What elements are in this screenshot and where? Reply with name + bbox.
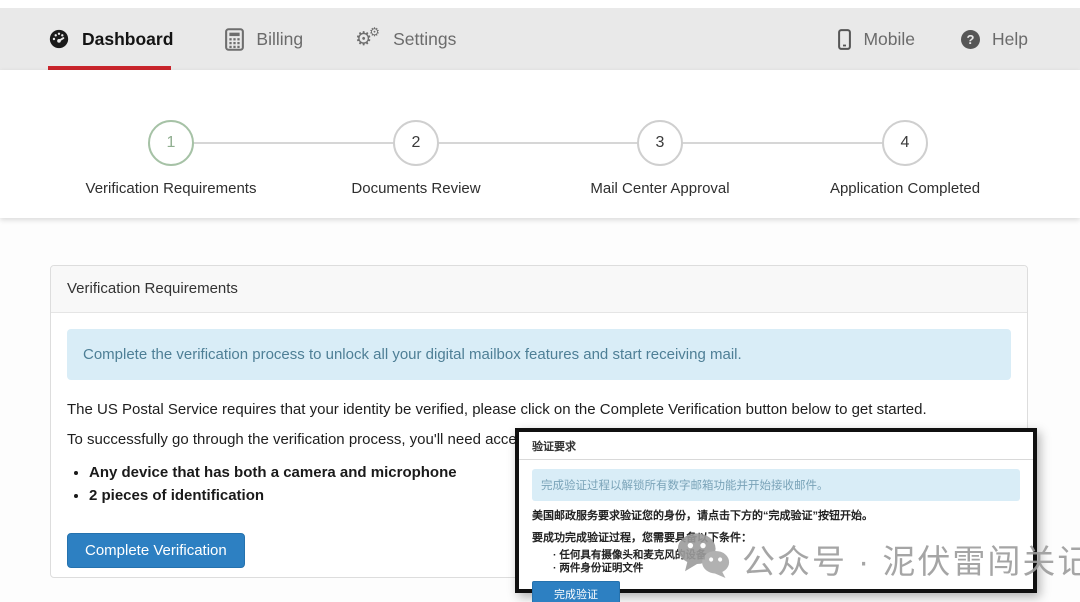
popup-access-text: 要成功完成验证过程，您需要具备以下条件： (532, 532, 752, 544)
nav-item-label: Help (992, 28, 1028, 49)
step-label: Verification Requirements (85, 180, 257, 197)
top-navbar: Dashboard Billing ⚙ ⚙ Settings Mobile ? … (0, 0, 1080, 70)
translation-popup: 验证要求 完成验证过程以解锁所有数字邮箱功能并开始接收邮件。 美国邮政服务要求验… (515, 428, 1037, 602)
step-verification-requirements: 1 Verification Requirements (51, 70, 291, 197)
step-number: 1 (166, 134, 176, 151)
card-title: Verification Requirements (51, 266, 1027, 313)
help-question-icon: ? (961, 29, 980, 49)
nav-tab-label: Dashboard (82, 28, 174, 49)
gears-icon: ⚙ ⚙ (355, 25, 380, 50)
popup-requirement-item-device: 任何具有摄像头和麦克风的设备 (553, 549, 1020, 562)
step-number: 3 (655, 134, 665, 151)
popup-intro-text: 美国邮政服务要求验证您的身份，请点击下方的“完成验证”按钮开始。 (532, 510, 873, 522)
popup-title: 验证要求 (519, 432, 1033, 460)
popup-complete-verification-button[interactable]: 完成验证 (532, 581, 620, 602)
step-label: Application Completed (829, 180, 981, 197)
step-number: 4 (900, 134, 910, 151)
popup-info-banner: 完成验证过程以解锁所有数字邮箱功能并开始接收邮件。 (532, 469, 1020, 501)
nav-tab-billing[interactable]: Billing (225, 8, 303, 70)
step-label: Documents Review (351, 180, 481, 197)
step-circle: 2 (393, 120, 439, 166)
dashboard-gauge-icon (48, 28, 70, 50)
step-number: 2 (411, 134, 421, 151)
popup-requirements-list: 任何具有摄像头和麦克风的设备 两件身份证明文件 (553, 549, 1020, 575)
nav-tab-dashboard[interactable]: Dashboard (48, 8, 173, 70)
popup-requirement-item-identification: 两件身份证明文件 (553, 562, 1020, 575)
nav-item-mobile[interactable]: Mobile (838, 8, 915, 70)
progress-stepper: 1 Verification Requirements 2 Documents … (0, 70, 1080, 218)
step-application-completed: 4 Application Completed (785, 70, 1025, 197)
step-circle: 1 (148, 120, 194, 166)
mailbox-dashboard-screen: Dashboard Billing ⚙ ⚙ Settings Mobile ? … (0, 0, 1080, 602)
calculator-icon (225, 27, 245, 51)
step-label: Mail Center Approval (590, 180, 730, 197)
nav-item-help[interactable]: ? Help (961, 8, 1028, 70)
info-banner: Complete the verification process to unl… (67, 329, 1011, 380)
step-circle: 4 (882, 120, 928, 166)
complete-verification-button[interactable]: Complete Verification (67, 533, 245, 568)
mobile-icon (838, 28, 852, 50)
nav-item-label: Mobile (863, 28, 915, 49)
nav-tab-settings[interactable]: ⚙ ⚙ Settings (355, 8, 456, 70)
verification-intro-text: The US Postal Service requires that your… (67, 401, 927, 418)
navbar-right-group: Mobile ? Help (838, 8, 1080, 70)
step-circle: 3 (637, 120, 683, 166)
nav-tab-label: Billing (256, 28, 304, 49)
step-mail-center-approval: 3 Mail Center Approval (540, 70, 780, 197)
step-documents-review: 2 Documents Review (296, 70, 536, 197)
nav-tab-label: Settings (393, 28, 457, 49)
navbar-left-group: Dashboard Billing ⚙ ⚙ Settings (0, 8, 456, 70)
